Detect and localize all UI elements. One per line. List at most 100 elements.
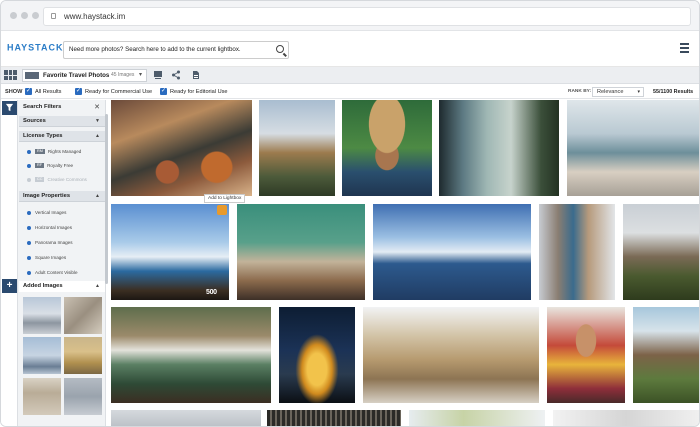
photo-row4-2[interactable] (267, 410, 401, 426)
filters-title: Search Filters (23, 104, 62, 110)
license-option-cc[interactable]: CC Creative Commons (27, 175, 87, 184)
added-images-label: Added Images (23, 283, 63, 289)
chevron-up-icon: ▲ (95, 133, 100, 139)
license-tag: CC (35, 177, 45, 183)
rank-by-value: Relevance (597, 89, 624, 95)
chevron-down-icon: ▼ (95, 118, 100, 124)
photo-boatman[interactable] (111, 204, 229, 300)
photo-tea-shop[interactable] (111, 307, 271, 403)
photo-temple-plain[interactable] (623, 204, 699, 300)
photo-row4-1[interactable] (111, 410, 261, 426)
photo-lake-panorama[interactable] (373, 204, 531, 300)
added-image-thumb[interactable] (23, 297, 61, 334)
logo-text: HAYSTACK (7, 42, 64, 53)
chevron-up-icon: ▲ (95, 193, 100, 199)
photo-row4-4[interactable] (553, 410, 699, 426)
filter-bar: SHOW ✓ All Results ✓ Ready for Commercia… (1, 85, 699, 99)
added-image-thumb[interactable] (23, 378, 61, 415)
address-bar[interactable]: www.haystack.im (43, 7, 691, 26)
window-close-dot[interactable] (10, 12, 17, 19)
section-image-properties[interactable]: Image Properties ▲ (19, 191, 105, 202)
radio-off-icon (27, 177, 31, 182)
photo-apartments[interactable] (539, 204, 615, 300)
download-pdf-icon[interactable] (191, 70, 201, 80)
sidebar-scrollbar[interactable] (105, 114, 108, 284)
commercial-use-label[interactable]: Ready for Commercial Use (85, 85, 152, 99)
photo-market[interactable] (111, 100, 252, 196)
prop-option-label: Adult Content Visible (35, 270, 78, 275)
browser-chrome: www.haystack.im (1, 1, 699, 31)
license-tag: RM (35, 149, 45, 155)
photo-colonial-building[interactable] (439, 100, 559, 196)
prop-option-horizontal[interactable]: Horizontal Images (27, 223, 72, 232)
prop-option-label: Vertical Images (35, 210, 67, 215)
all-results-checkbox[interactable]: ✓ (25, 88, 32, 95)
added-image-thumb[interactable] (64, 337, 102, 374)
license-option-label: Rights Managed (47, 149, 82, 154)
photo-veranda[interactable] (567, 100, 699, 196)
license-option-rf[interactable]: RF Royalty Free (27, 161, 73, 170)
photo-village-house[interactable] (633, 307, 699, 403)
photo-classroom[interactable] (237, 204, 365, 300)
photo-pagoda-field[interactable] (259, 100, 335, 196)
rank-by-select[interactable]: Relevance ▾ (592, 87, 644, 97)
radio-on-icon (27, 163, 31, 168)
commercial-use-checkbox[interactable]: ✓ (75, 88, 82, 95)
search-placeholder: Need more photos? Search here to add to … (69, 46, 241, 53)
prop-option-label: Panorama Images (35, 240, 73, 245)
results-count: 55/1100 Results (653, 89, 694, 95)
radio-on-icon (27, 210, 31, 215)
close-icon[interactable]: ✕ (94, 102, 100, 113)
photo-golden-pagoda-night[interactable] (279, 307, 355, 403)
lightbox-thumbnail (25, 72, 39, 79)
added-image-thumb[interactable] (23, 337, 61, 374)
share-icon[interactable] (171, 70, 181, 80)
url-text: www.haystack.im (64, 12, 126, 21)
section-sources[interactable]: Sources ▼ (19, 116, 105, 127)
added-images-header: Added Images ▲ (19, 281, 105, 292)
photo-kayan-woman[interactable] (547, 307, 625, 403)
license-label: License Types (23, 133, 63, 139)
search-input[interactable]: Need more photos? Search here to add to … (63, 41, 289, 59)
chevron-down-icon: ▾ (637, 89, 640, 95)
lock-icon (51, 13, 56, 19)
prop-option-square[interactable]: Square Images (27, 253, 66, 262)
added-image-thumb[interactable] (64, 297, 102, 334)
chevron-up-icon[interactable]: ▲ (95, 281, 100, 292)
slideshow-icon[interactable] (153, 70, 163, 80)
lightbox-toolbar: Favorite Travel Photos 45 Images ▾ (1, 67, 699, 84)
lightbox-selector[interactable]: Favorite Travel Photos 45 Images ▾ (22, 69, 147, 82)
all-results-label[interactable]: All Results (35, 85, 61, 99)
app-header: HAYSTACK Need more photos? Search here t… (1, 32, 699, 67)
license-option-rm[interactable]: RM Rights Managed (27, 147, 81, 156)
rank-by-label: RANK BY: (568, 89, 592, 94)
filter-icon[interactable] (2, 101, 17, 115)
show-label: SHOW (5, 89, 23, 95)
window-maximize-dot[interactable] (32, 12, 39, 19)
grid-view-icon[interactable] (4, 70, 17, 80)
browser-window: www.haystack.im HAYSTACK Need more photo… (0, 0, 700, 427)
add-icon[interactable]: + (2, 279, 17, 293)
search-icon[interactable] (276, 45, 284, 53)
editorial-use-label[interactable]: Ready for Editorial Use (170, 85, 228, 99)
prop-option-panorama[interactable]: Panorama Images (27, 238, 73, 247)
license-option-label: Creative Commons (47, 177, 87, 182)
added-image-thumb[interactable] (64, 378, 102, 415)
radio-on-icon (27, 270, 31, 275)
editorial-use-checkbox[interactable]: ✓ (160, 88, 167, 95)
props-label: Image Properties (23, 193, 71, 199)
sources-label: Sources (23, 118, 46, 124)
500px-badge: 500 (206, 289, 217, 296)
filters-panel-header: Search Filters ✕ (19, 102, 105, 113)
radio-on-icon (27, 225, 31, 230)
add-to-lightbox-icon[interactable] (217, 205, 227, 215)
prop-option-vertical[interactable]: Vertical Images (27, 208, 66, 217)
license-option-label: Royalty Free (47, 163, 74, 168)
photo-portrait-hat[interactable] (342, 100, 432, 196)
prop-option-adult[interactable]: Adult Content Visible (27, 268, 78, 277)
photo-stupa-steps[interactable] (363, 307, 539, 403)
section-license-types[interactable]: License Types ▲ (19, 131, 105, 142)
hamburger-menu-icon[interactable] (680, 43, 689, 53)
photo-row4-3[interactable] (409, 410, 545, 426)
window-minimize-dot[interactable] (21, 12, 28, 19)
